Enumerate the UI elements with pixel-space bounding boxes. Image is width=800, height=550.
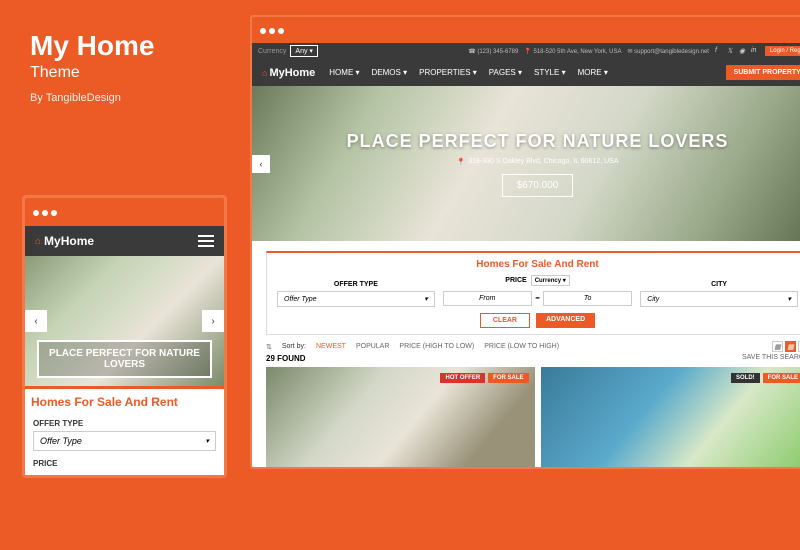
mobile-logo[interactable]: ⌂MyHome xyxy=(35,234,94,248)
chevron-down-icon: ▾ xyxy=(205,437,209,445)
promo-byline: By TangibleDesign xyxy=(30,92,154,104)
hero: ‹ › PLACE PERFECT FOR NATURE LOVERS 📍318… xyxy=(252,86,800,241)
promo-sidebar: My Home Theme By TangibleDesign xyxy=(30,30,154,104)
nav-properties[interactable]: PROPERTIES ▾ xyxy=(419,68,477,77)
topbar-phone[interactable]: ☎ (123) 345-6789 xyxy=(468,48,518,55)
nav-home[interactable]: HOME ▾ xyxy=(329,68,359,77)
sort-price-high[interactable]: PRICE (HIGH TO LOW) xyxy=(399,343,474,350)
hero-address: 📍318-330 S Oakley Blvd, Chicago, IL 6061… xyxy=(456,158,618,166)
topbar: Currency Any ▾ ☎ (123) 345-6789 📍 518-52… xyxy=(252,43,800,59)
currency-select[interactable]: Any ▾ xyxy=(290,45,318,57)
hot-offer-badge: HOT OFFER xyxy=(440,373,485,383)
navbar: ⌂MyHome HOME ▾ DEMOS ▾ PROPERTIES ▾ PAGE… xyxy=(252,59,800,86)
hero-price-button[interactable]: $670.000 xyxy=(502,174,574,197)
hero-title: PLACE PERFECT FOR NATURE LOVERS xyxy=(347,131,729,152)
submit-property-button[interactable]: SUBMIT PROPERTY › xyxy=(726,65,800,80)
nav-more[interactable]: MORE ▾ xyxy=(578,68,608,77)
mobile-search-title: Homes For Sale And Rent xyxy=(25,386,224,415)
sort-bar: ⇅ Sort by: NEWEST POPULAR PRICE (HIGH TO… xyxy=(266,341,800,352)
sort-label: Sort by: xyxy=(282,343,306,350)
advanced-button[interactable]: ADVANCED xyxy=(536,313,595,328)
desktop-window-dots xyxy=(252,17,800,43)
hamburger-icon[interactable] xyxy=(198,235,214,247)
mobile-offer-select[interactable]: Offer Type▾ xyxy=(33,431,216,451)
topbar-address: 📍 518-520 5th Ave, New York, USA xyxy=(524,48,621,55)
linkedin-icon[interactable]: in xyxy=(751,47,759,55)
desktop-preview: Currency Any ▾ ☎ (123) 345-6789 📍 518-52… xyxy=(250,15,800,469)
promo-subtitle: Theme xyxy=(30,64,154,82)
for-sale-badge: FOR SALE xyxy=(488,373,528,383)
city-column: CITY City▾ xyxy=(640,281,798,307)
listings-grid: HOT OFFER FOR SALE SOLD! FOR SALE xyxy=(266,367,800,467)
mobile-hero: ‹ › PLACE PERFECT FOR NATURE LOVERS xyxy=(25,256,224,386)
mobile-header: ⌂MyHome xyxy=(25,226,224,256)
listing-card[interactable]: SOLD! FOR SALE xyxy=(541,367,800,467)
login-register-button[interactable]: Login / Register xyxy=(765,46,800,56)
twitter-icon[interactable]: 𝕏 xyxy=(727,47,735,55)
search-title: Homes For Sale And Rent xyxy=(277,259,798,270)
mobile-hero-title[interactable]: PLACE PERFECT FOR NATURE LOVERS xyxy=(37,340,212,378)
facebook-icon[interactable]: f xyxy=(715,47,723,55)
promo-title: My Home xyxy=(30,30,154,62)
results-bar: 29 FOUND SAVE THIS SEARCH xyxy=(266,354,800,363)
social-icons: f 𝕏 ◉ in xyxy=(715,47,759,55)
search-form: Homes For Sale And Rent OFFER TYPE Offer… xyxy=(266,251,800,335)
chevron-down-icon: ▾ xyxy=(424,295,428,303)
sort-popular[interactable]: POPULAR xyxy=(356,343,389,350)
mobile-offer-label: OFFER TYPE xyxy=(33,419,216,428)
offer-select[interactable]: Offer Type▾ xyxy=(277,291,435,307)
topbar-email[interactable]: ✉ support@tangibledesign.net xyxy=(627,48,709,55)
sort-icon: ⇅ xyxy=(266,343,272,351)
price-to-input[interactable]: To xyxy=(543,291,632,306)
for-sale-badge: FOR SALE xyxy=(763,373,800,383)
nav-items: HOME ▾ DEMOS ▾ PROPERTIES ▾ PAGES ▾ STYL… xyxy=(329,68,711,77)
home-icon: ⌂ xyxy=(262,68,267,78)
mobile-price-field: PRICE xyxy=(25,455,224,475)
sold-badge: SOLD! xyxy=(731,373,760,383)
price-currency-select[interactable]: Currency ▾ xyxy=(531,275,570,286)
city-label: CITY xyxy=(640,281,798,288)
chevron-down-icon: ▾ xyxy=(787,295,791,303)
hero-prev-button[interactable]: ‹ xyxy=(252,155,270,173)
clear-button[interactable]: CLEAR xyxy=(480,313,530,328)
nav-demos[interactable]: DEMOS ▾ xyxy=(372,68,408,77)
instagram-icon[interactable]: ◉ xyxy=(739,47,747,55)
desktop-logo[interactable]: ⌂MyHome xyxy=(262,67,315,79)
offer-column: OFFER TYPE Offer Type▾ xyxy=(277,281,435,307)
results-count: 29 FOUND xyxy=(266,354,306,363)
currency-label: Currency xyxy=(258,48,286,55)
mobile-price-label: PRICE xyxy=(33,459,216,468)
mobile-next-button[interactable]: › xyxy=(202,310,224,332)
price-label: PRICE xyxy=(505,277,526,284)
nav-style[interactable]: STYLE ▾ xyxy=(534,68,566,77)
pin-icon: 📍 xyxy=(456,158,465,166)
listing-card[interactable]: HOT OFFER FOR SALE xyxy=(266,367,535,467)
mobile-offer-field: OFFER TYPE Offer Type▾ xyxy=(25,415,224,455)
view-grid-large-icon[interactable]: ▦ xyxy=(772,341,783,352)
mobile-preview: ⌂MyHome ‹ › PLACE PERFECT FOR NATURE LOV… xyxy=(22,195,227,478)
mobile-prev-button[interactable]: ‹ xyxy=(25,310,47,332)
home-icon: ⌂ xyxy=(35,236,41,247)
view-grid-icon[interactable]: ▦ xyxy=(785,341,796,352)
nav-pages[interactable]: PAGES ▾ xyxy=(489,68,522,77)
sort-price-low[interactable]: PRICE (LOW TO HIGH) xyxy=(484,343,559,350)
city-select[interactable]: City▾ xyxy=(640,291,798,307)
save-search-link[interactable]: SAVE THIS SEARCH xyxy=(742,354,800,363)
mobile-window-dots xyxy=(25,198,224,226)
price-from-input[interactable]: From xyxy=(443,291,532,306)
sort-newest[interactable]: NEWEST xyxy=(316,343,346,350)
price-column: PRICECurrency ▾ From - To xyxy=(443,275,632,307)
offer-label: OFFER TYPE xyxy=(277,281,435,288)
